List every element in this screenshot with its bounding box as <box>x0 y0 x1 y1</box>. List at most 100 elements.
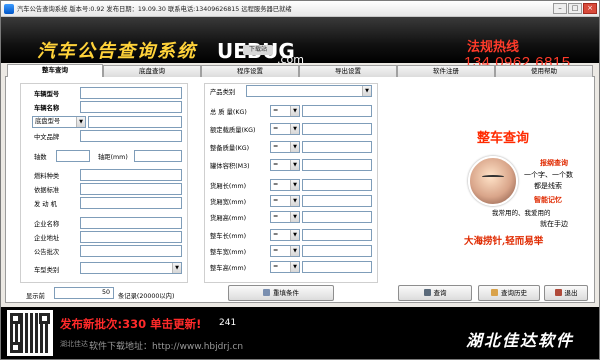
emission-standard-label: 依据标准 <box>34 187 60 194</box>
axle-count-input[interactable] <box>56 150 90 162</box>
curb-mass-operator[interactable]: = ▼ <box>270 141 300 153</box>
hero-slogan-2: 一个字、一个数 <box>524 171 573 179</box>
cargo-length-operator[interactable]: = ▼ <box>270 179 300 191</box>
notice-batch-label: 公告批次 <box>34 249 60 256</box>
curb-mass-input[interactable] <box>302 141 372 153</box>
cargo-height-label: 货厢高(mm) <box>210 215 247 222</box>
hero-slogan-6: 就在手边 <box>540 220 568 228</box>
engine-input[interactable] <box>80 197 182 209</box>
tab-export-settings[interactable]: 导出设置 <box>299 65 397 77</box>
hero-portrait <box>468 156 518 206</box>
chevron-down-icon: ▼ <box>290 196 299 206</box>
chassis-model-select[interactable]: 底盘型号 ▼ <box>32 116 86 128</box>
reset-conditions-button[interactable]: 重填条件 <box>228 285 334 301</box>
download-tag: 下载站 <box>243 45 273 55</box>
company-address-input[interactable] <box>80 231 182 243</box>
history-icon <box>491 289 498 296</box>
qr-corner <box>10 342 21 353</box>
display-count-label: 显示前 <box>26 293 45 300</box>
app-window: 汽车公告查询系统 版本号:0.92 发布日期：19.09.30 联系电话:134… <box>0 0 600 360</box>
cargo-width-label: 货厢宽(mm) <box>210 199 247 206</box>
notice-batch-input[interactable] <box>80 245 182 257</box>
axle-count-label: 轴数 <box>34 154 47 161</box>
wheelbase-input[interactable] <box>134 150 182 162</box>
update-notice-link[interactable]: 发布新批次:330 单击更新! <box>60 316 201 332</box>
rated-load-input[interactable] <box>302 123 372 135</box>
qr-corner <box>10 313 21 324</box>
emission-standard-input[interactable] <box>80 183 182 195</box>
rated-load-label: 额定载质量(KG) <box>210 127 256 134</box>
vehicle-height-operator[interactable]: = ▼ <box>270 261 300 273</box>
vehicle-length-input[interactable] <box>302 229 372 241</box>
vehicle-name-input[interactable] <box>80 101 182 113</box>
product-category-label: 产品类别 <box>210 89 236 96</box>
vehicle-width-label: 整车宽(mm) <box>210 249 247 256</box>
download-url-link[interactable]: 软件下载地址：http://www.hbjdrj.cn <box>89 339 243 352</box>
vehicle-length-operator[interactable]: = ▼ <box>270 229 300 241</box>
cargo-width-operator[interactable]: = ▼ <box>270 195 300 207</box>
chevron-down-icon: ▼ <box>290 212 299 222</box>
tank-volume-label: 罐体容积(M3) <box>210 163 250 170</box>
company-name-label: 企业名称 <box>34 221 60 228</box>
fuel-type-input[interactable] <box>80 169 182 181</box>
hero-slogan-5: 我常用的、我爱用的 <box>492 209 551 217</box>
tab-program-settings[interactable]: 程序设置 <box>201 65 299 77</box>
chassis-model-input[interactable] <box>88 116 182 128</box>
total-mass-input[interactable] <box>302 105 372 117</box>
maximize-button[interactable]: □ <box>568 3 582 14</box>
vehicle-model-input[interactable] <box>80 87 182 99</box>
hero-portrait-detail <box>482 175 504 178</box>
rated-load-operator[interactable]: = ▼ <box>270 123 300 135</box>
query-button[interactable]: 查询 <box>398 285 472 301</box>
qr-code <box>7 310 53 356</box>
cargo-width-input[interactable] <box>302 195 372 207</box>
chassis-model-label: 底盘型号 <box>35 118 61 125</box>
vehicle-height-input[interactable] <box>302 261 372 273</box>
chevron-down-icon: ▼ <box>172 263 181 273</box>
vehicle-category-label: 车型类别 <box>34 267 60 274</box>
exit-icon <box>554 289 562 296</box>
cargo-length-input[interactable] <box>302 179 372 191</box>
update-notice-count: 241 <box>219 318 237 328</box>
title-bar[interactable]: 汽车公告查询系统 版本号:0.92 发布日期：19.09.30 联系电话:134… <box>1 1 599 17</box>
company-address-label: 企业地址 <box>34 235 60 242</box>
tank-volume-input[interactable] <box>302 159 372 171</box>
vehicle-width-operator[interactable]: = ▼ <box>270 245 300 257</box>
product-category-select[interactable]: ▼ <box>246 85 372 97</box>
tank-volume-operator[interactable]: = ▼ <box>270 159 300 171</box>
tab-vehicle-query[interactable]: 整车查询 <box>7 64 103 77</box>
total-mass-label: 总 质 量(KG) <box>210 109 247 116</box>
minimize-button[interactable]: – <box>553 3 567 14</box>
chevron-down-icon: ▼ <box>362 86 371 96</box>
chevron-down-icon: ▼ <box>76 117 85 127</box>
tab-chassis-query[interactable]: 底盘查询 <box>103 65 201 77</box>
company-name-input[interactable] <box>80 217 182 229</box>
vehicle-name-label: 车辆名称 <box>34 105 60 112</box>
hero-slogan-4: 智能记忆 <box>534 195 562 204</box>
chevron-down-icon: ▼ <box>290 106 299 116</box>
close-button[interactable]: × <box>583 3 597 14</box>
tab-help[interactable]: 使用帮助 <box>495 65 593 77</box>
cargo-height-input[interactable] <box>302 211 372 223</box>
hotline-label: 法规热线 <box>467 40 520 55</box>
total-mass-operator[interactable]: = ▼ <box>270 105 300 117</box>
chevron-down-icon: ▼ <box>290 180 299 190</box>
tab-software-registration[interactable]: 软件注册 <box>397 65 495 77</box>
exit-button[interactable]: 退出 <box>544 285 588 301</box>
qr-code-pattern <box>10 313 50 353</box>
query-history-button[interactable]: 查询历史 <box>478 285 540 301</box>
engine-label: 发 动 机 <box>34 201 57 208</box>
chinese-brand-label: 中文品牌 <box>34 134 60 141</box>
vehicle-category-select[interactable]: ▼ <box>80 262 182 274</box>
tab-bar: 整车查询 底盘查询 程序设置 导出设置 软件注册 使用帮助 <box>5 64 595 77</box>
vehicle-width-input[interactable] <box>302 245 372 257</box>
cargo-height-operator[interactable]: = ▼ <box>270 211 300 223</box>
hero-title: 整车查询 <box>477 131 530 146</box>
hero-slogan-7: 大海捞针,轻而易举 <box>464 236 544 247</box>
hero-slogan-1: 报纲查询 <box>540 158 568 167</box>
records-suffix-label: 条记录(20000以内) <box>118 293 175 300</box>
vehicle-query-panel: 车辆型号 车辆名称 底盘型号 ▼ 中文品牌 轴数 轴距(mm) 燃料种类 依据标准… <box>5 77 595 303</box>
chinese-brand-input[interactable] <box>80 130 182 142</box>
display-count-input[interactable]: 50 <box>54 287 114 299</box>
chevron-down-icon: ▼ <box>290 246 299 256</box>
